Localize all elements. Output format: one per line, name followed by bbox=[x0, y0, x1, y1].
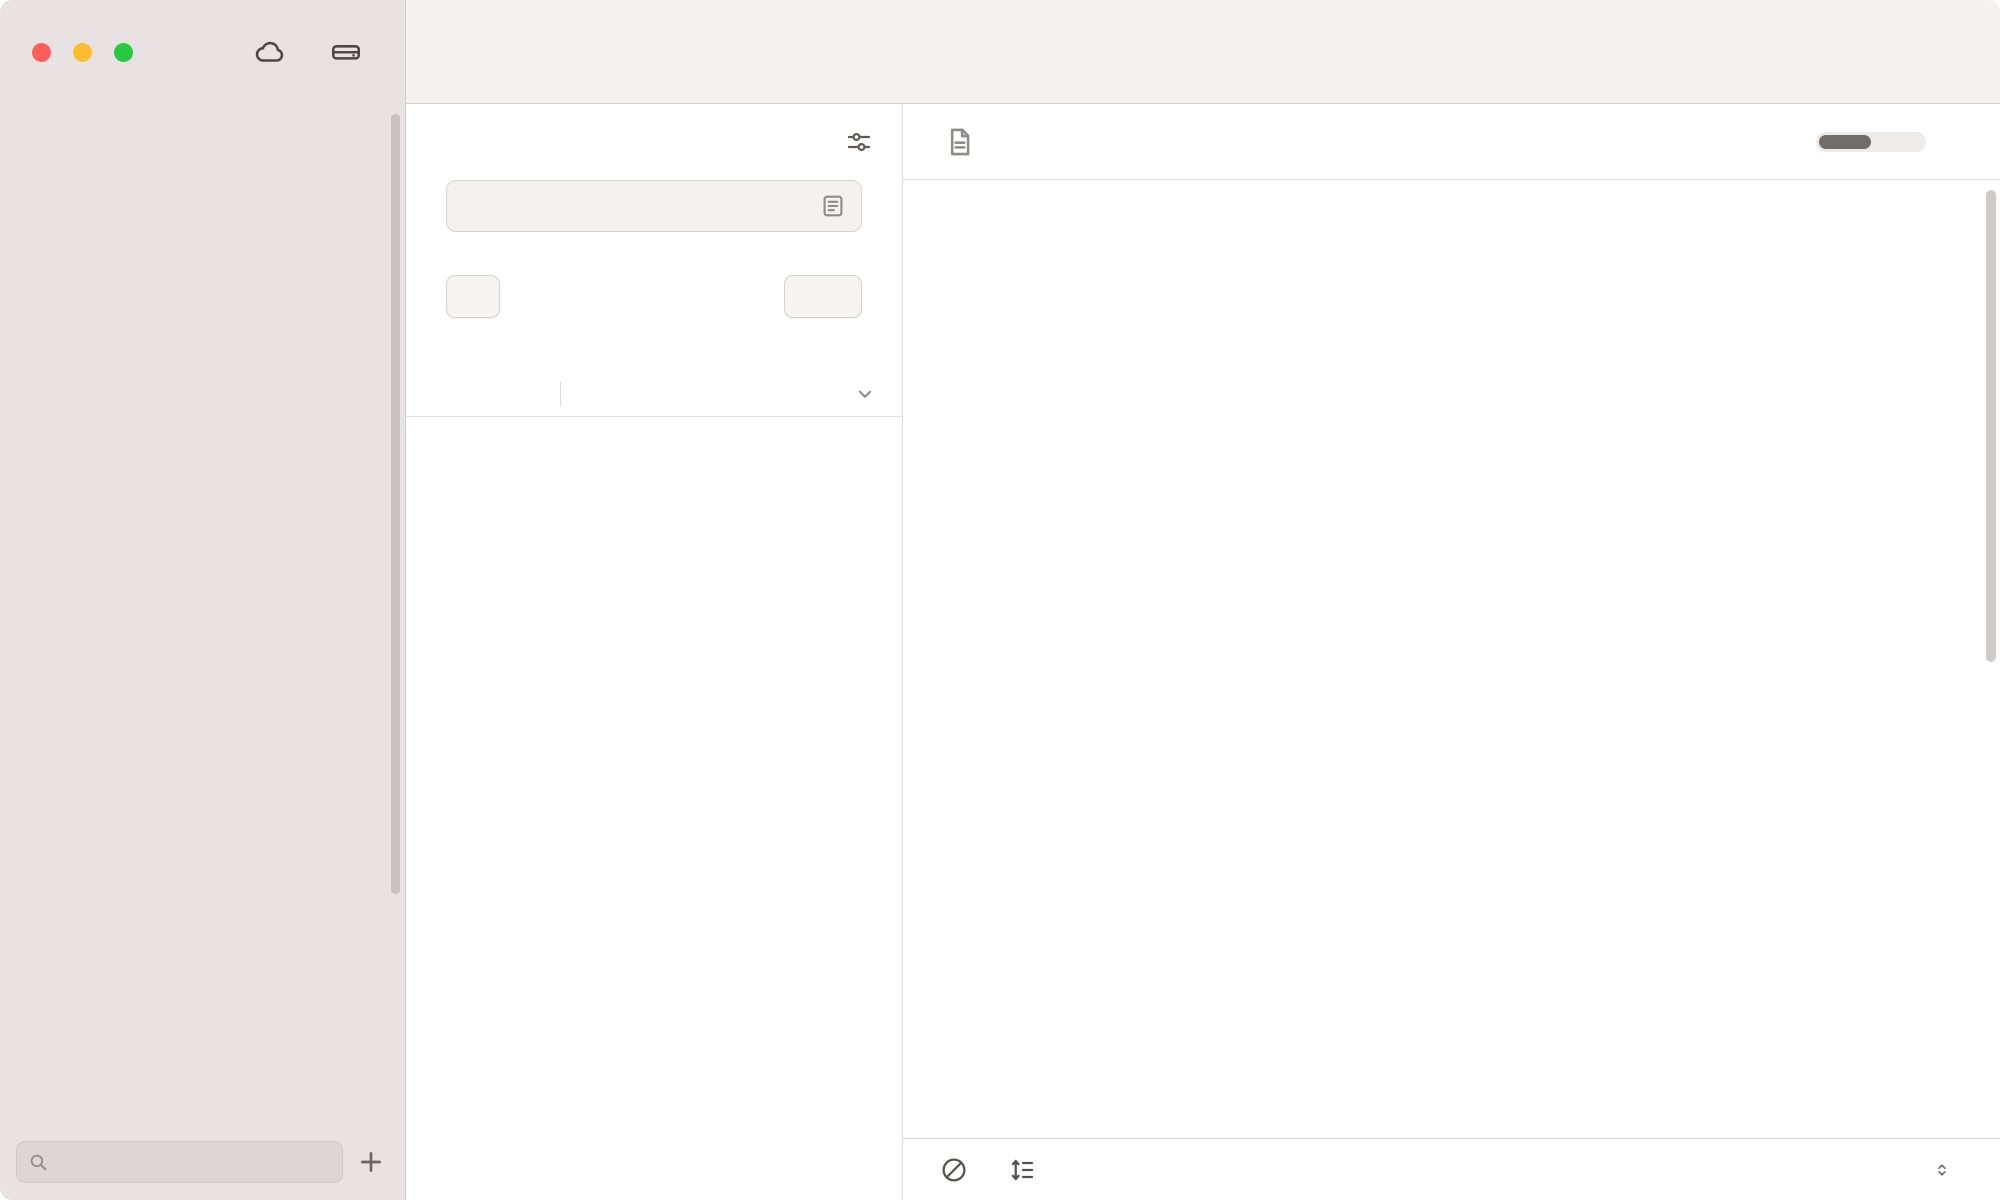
filter-input[interactable] bbox=[57, 1151, 332, 1174]
ignore-whitespace-icon[interactable] bbox=[939, 1155, 969, 1185]
content bbox=[406, 104, 2000, 1200]
cloud-accounts-icon[interactable] bbox=[253, 35, 287, 69]
file-table-header bbox=[406, 372, 902, 417]
commit-subject-field[interactable] bbox=[446, 180, 862, 232]
window-controls bbox=[32, 43, 133, 62]
sidebar-sections bbox=[0, 104, 405, 1138]
filter-field[interactable] bbox=[16, 1141, 343, 1183]
line-spacing-icon[interactable] bbox=[1007, 1155, 1037, 1185]
window-title-block bbox=[452, 50, 762, 54]
sort-chevron-icon[interactable] bbox=[854, 383, 876, 405]
add-repository-button[interactable] bbox=[355, 1146, 387, 1178]
staged-unstaged-toggle bbox=[1816, 132, 1926, 152]
sidebar-header-icons bbox=[253, 35, 375, 69]
tab-unstaged[interactable] bbox=[1871, 135, 1923, 149]
diff-panel bbox=[903, 104, 2000, 1200]
app-window bbox=[0, 0, 2000, 1200]
context-stepper[interactable] bbox=[1924, 1158, 1952, 1182]
diff-body bbox=[903, 180, 2000, 1138]
sidebar-footer bbox=[0, 1138, 405, 1200]
commit-button[interactable] bbox=[784, 275, 862, 318]
commit-description-icon[interactable] bbox=[819, 192, 847, 220]
breadcrumb bbox=[406, 104, 902, 180]
toolbar bbox=[406, 0, 2000, 104]
file-list bbox=[406, 417, 902, 1200]
diff-file-header bbox=[903, 104, 2000, 180]
diff-summary bbox=[903, 180, 2000, 238]
sidebar bbox=[0, 0, 406, 1200]
file-icon bbox=[943, 125, 977, 159]
commit-actions bbox=[446, 275, 862, 318]
diff-bottom-bar bbox=[903, 1138, 2000, 1200]
sidebar-scrollbar[interactable] bbox=[391, 114, 400, 894]
stage-all-button[interactable] bbox=[446, 275, 500, 318]
stepper-icon[interactable] bbox=[1932, 1158, 1952, 1182]
diff-scrollbar[interactable] bbox=[1986, 190, 1996, 662]
close-window-button[interactable] bbox=[32, 43, 51, 62]
minimize-window-button[interactable] bbox=[73, 43, 92, 62]
commit-panel bbox=[406, 104, 903, 1200]
main-column bbox=[406, 0, 2000, 1200]
view-options-icon[interactable] bbox=[844, 127, 874, 157]
sidebar-header bbox=[0, 0, 405, 104]
commit-subject-input[interactable] bbox=[461, 194, 819, 218]
tab-staged[interactable] bbox=[1819, 135, 1871, 149]
filter-icon bbox=[27, 1151, 49, 1173]
local-repositories-icon[interactable] bbox=[329, 35, 363, 69]
column-divider bbox=[560, 382, 561, 406]
fullscreen-window-button[interactable] bbox=[114, 43, 133, 62]
